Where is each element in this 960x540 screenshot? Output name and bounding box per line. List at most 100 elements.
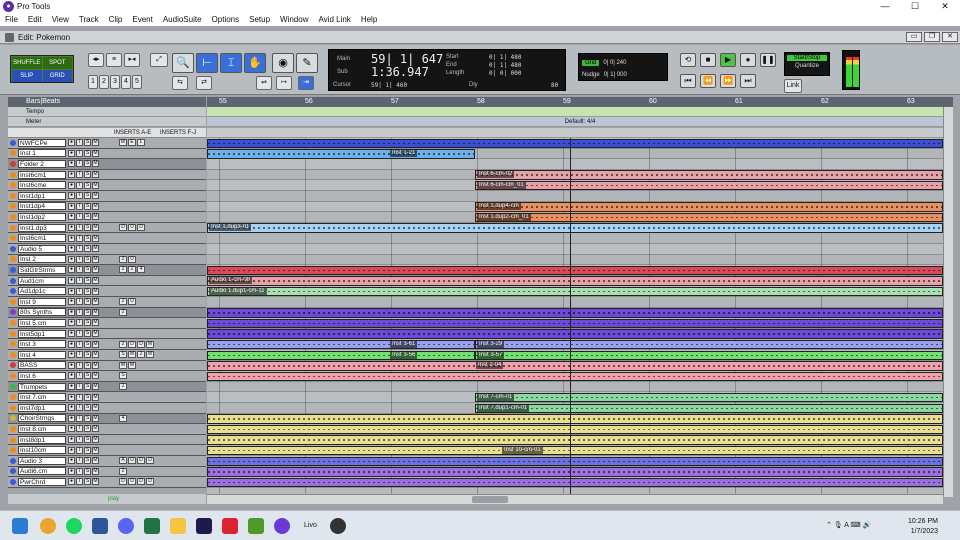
bars-beats-ruler[interactable]: 55 56 57 58 59 60 61 62 63 (207, 97, 953, 107)
input-monitor-button[interactable]: I (76, 234, 83, 242)
track-header[interactable]: Inst7dp1 ● I S M (8, 403, 206, 414)
link-timeline-button[interactable]: ⇆ (172, 76, 188, 90)
insert-slot[interactable]: 2 (128, 266, 136, 274)
input-monitor-button[interactable]: I (76, 308, 83, 316)
track-name[interactable]: Audio 5 (18, 244, 66, 253)
record-enable-button[interactable]: ● (68, 266, 75, 274)
track-header[interactable]: Inst 9 ● I S M 2 D (8, 297, 206, 308)
online-button[interactable]: ⟲ (680, 53, 696, 67)
insert-slot[interactable]: 4 (137, 266, 145, 274)
cad-icon[interactable] (222, 518, 238, 534)
solo-button[interactable]: S (84, 414, 91, 422)
input-monitor-button[interactable]: I (76, 372, 83, 380)
mute-button[interactable]: M (92, 213, 99, 221)
rewind-button[interactable]: ⏪ (700, 74, 716, 88)
horizontal-scrollbar[interactable] (207, 494, 943, 504)
track-header[interactable]: Inst 7.cm ● I S M (8, 392, 206, 403)
audio-clip[interactable]: Inst 6-cm-02 (475, 170, 943, 180)
zoom-preset-3[interactable]: 3 (110, 75, 120, 89)
solo-button[interactable]: S (84, 372, 91, 380)
protools-taskbar-icon[interactable] (274, 518, 290, 534)
mute-button[interactable]: M (92, 160, 99, 168)
mute-button[interactable]: M (92, 224, 99, 232)
track-header[interactable]: Trumpets ● I S M 2 (8, 381, 206, 393)
meter-ruler-label[interactable]: Meter (8, 117, 206, 127)
input-monitor-button[interactable]: I (76, 340, 83, 348)
insert-slot[interactable]: D (119, 478, 127, 486)
track-name[interactable]: Inst6cm1 (18, 234, 66, 243)
audio-clip[interactable]: Inst 1.dup4-cm (475, 202, 943, 212)
record-enable-button[interactable]: ● (68, 351, 75, 359)
zoom-preset-5[interactable]: 5 (132, 75, 142, 89)
link-track-button[interactable]: ⇄ (196, 76, 212, 90)
input-monitor-button[interactable]: I (76, 478, 83, 486)
record-enable-button[interactable]: ● (68, 319, 75, 327)
end-value[interactable]: 0| 1| 480 (489, 62, 522, 69)
nudge-label[interactable]: Nudge (582, 72, 600, 78)
insert-slot[interactable]: M (119, 139, 127, 147)
track-name[interactable]: PwrChrd (18, 477, 66, 486)
audio-clip[interactable] (207, 424, 943, 435)
main-counter-value[interactable]: 59| 1| 647 (371, 52, 443, 66)
solo-button[interactable]: S (84, 171, 91, 179)
tempo-ruler[interactable] (207, 107, 953, 117)
input-monitor-button[interactable]: I (76, 287, 83, 295)
input-monitor-button[interactable]: I (76, 181, 83, 189)
zoom-in-h-button[interactable]: ▸◂ (124, 53, 140, 67)
solo-button[interactable]: S (84, 160, 91, 168)
grid-value[interactable]: 0| 0| 240 (603, 60, 626, 66)
track-lane[interactable] (207, 297, 943, 308)
solo-button[interactable]: S (84, 330, 91, 338)
mute-button[interactable]: M (92, 298, 99, 306)
slip-mode-button[interactable]: SLIP (12, 70, 42, 82)
track-header[interactable]: BASS ● I S M M M (8, 360, 206, 372)
insert-slot[interactable]: D (128, 340, 136, 348)
mute-button[interactable]: M (92, 340, 99, 348)
delay-label[interactable]: Dly (469, 82, 478, 88)
input-monitor-button[interactable]: I (76, 319, 83, 327)
solo-button[interactable]: S (84, 436, 91, 444)
solo-button[interactable]: S (84, 224, 91, 232)
sub-counter-value[interactable]: 1:36.947 (371, 65, 429, 79)
record-enable-button[interactable]: ● (68, 234, 75, 242)
solo-button[interactable]: S (84, 192, 91, 200)
input-monitor-button[interactable]: I (76, 139, 83, 147)
track-lane[interactable] (207, 233, 943, 244)
vertical-scrollbar[interactable] (943, 107, 953, 497)
mute-button[interactable]: M (92, 181, 99, 189)
record-enable-button[interactable]: ● (68, 330, 75, 338)
insert-slot[interactable]: M (128, 351, 136, 359)
track-name[interactable]: Audio 3 (18, 456, 66, 465)
record-enable-button[interactable]: ● (68, 298, 75, 306)
insert-slot[interactable]: A (119, 457, 127, 465)
record-enable-button[interactable]: ● (68, 478, 75, 486)
excel-icon[interactable] (144, 518, 160, 534)
track-name[interactable]: Inst1.dp3 (18, 223, 66, 232)
solo-button[interactable]: S (84, 213, 91, 221)
mute-button[interactable]: M (92, 351, 99, 359)
playhead-cursor[interactable] (570, 138, 571, 494)
solo-button[interactable]: S (84, 298, 91, 306)
track-header[interactable]: Audi6.cm ● I S M 2 (8, 466, 206, 478)
insert-slot[interactable]: D (119, 224, 127, 232)
solo-button[interactable]: S (84, 234, 91, 242)
insert-slot[interactable]: 2 (119, 340, 127, 348)
input-monitor-button[interactable]: I (76, 277, 83, 285)
track-header[interactable]: Ad1dp1c ● I S M (8, 286, 206, 297)
insert-slot[interactable]: D (128, 255, 136, 263)
menu-edit[interactable]: Edit (23, 15, 47, 24)
insert-slot[interactable]: D (146, 478, 154, 486)
insert-slot[interactable]: S (119, 351, 127, 359)
track-header[interactable]: Inst5dp1 ● I S M (8, 328, 206, 340)
track-name[interactable]: BASS (18, 361, 66, 370)
record-enable-button[interactable]: ● (68, 149, 75, 157)
record-enable-button[interactable]: ● (68, 255, 75, 263)
spot-mode-button[interactable]: SPOT (42, 57, 72, 69)
mute-button[interactable]: M (92, 457, 99, 465)
track-name[interactable]: Inst1dp1 (18, 191, 66, 200)
track-header[interactable]: Inst6cm1 ● I S M (8, 233, 206, 244)
track-name[interactable]: Inst 1 (18, 149, 66, 158)
insert-slot[interactable]: E (128, 139, 136, 147)
input-monitor-button[interactable]: I (76, 361, 83, 369)
input-monitor-button[interactable]: I (76, 213, 83, 221)
